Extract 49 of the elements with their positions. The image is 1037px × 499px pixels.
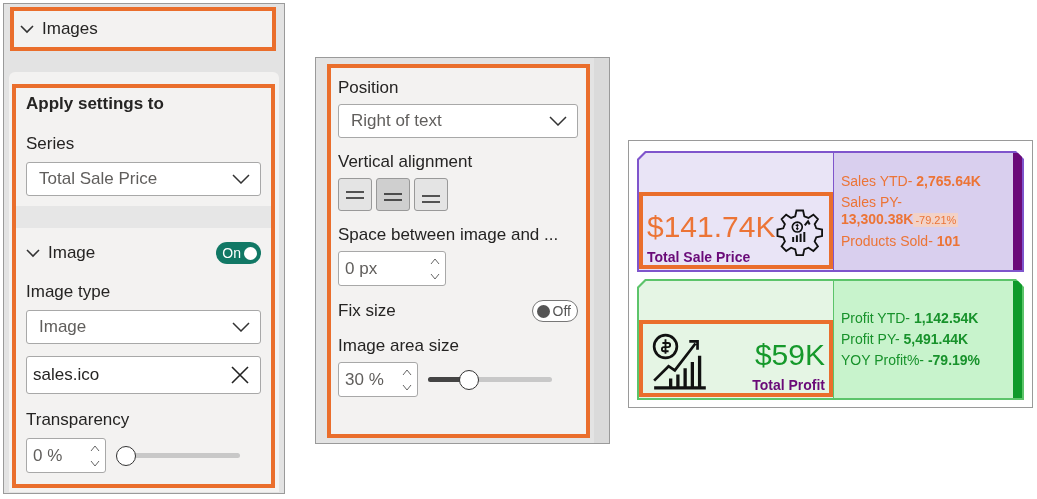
- stat-line: Products Sold- 101: [841, 233, 962, 250]
- align-lines-icon: [422, 194, 440, 203]
- section-header[interactable]: Images: [10, 7, 276, 51]
- field-label: Image type: [26, 282, 112, 302]
- stat-line: Profit PY- 5,491.44K: [841, 331, 970, 348]
- group-heading: Apply settings to: [26, 94, 165, 114]
- field-label: Fix size: [338, 301, 396, 321]
- field-label: Position: [338, 78, 400, 98]
- field-label: Image area size: [338, 336, 460, 356]
- field-label: Transparency: [26, 410, 131, 430]
- slider[interactable]: [116, 445, 240, 466]
- position-dropdown[interactable]: Right of text: [338, 104, 578, 138]
- caret-icon: [232, 174, 250, 184]
- slider-thumb[interactable]: [459, 369, 480, 390]
- close-icon[interactable]: [230, 365, 250, 385]
- toggle-switch[interactable]: On: [216, 242, 261, 264]
- scrollbar[interactable]: [594, 58, 609, 443]
- stat-line: YOY Profit%- -79.19%: [841, 352, 982, 369]
- caret-icon: [549, 116, 567, 126]
- subsection-title: Image: [48, 243, 96, 263]
- stat-line: Sales YTD- 2,765.64K: [841, 173, 982, 190]
- align-lines-icon: [346, 190, 364, 199]
- kpi-label: Total Sale Price: [647, 249, 752, 265]
- kpi-value: $59K: [754, 336, 825, 373]
- alignment-button[interactable]: [338, 178, 372, 211]
- slider-thumb[interactable]: [116, 445, 136, 466]
- field-label: Space between image and ...: [338, 225, 560, 245]
- field-label: Vertical alignment: [338, 152, 474, 172]
- toggle-switch[interactable]: Off: [531, 300, 578, 322]
- number-field[interactable]: 30 %: [338, 362, 418, 397]
- stat-line: Sales PY- 13,300.38K-79.21%: [841, 194, 960, 229]
- series-dropdown[interactable]: Total Sale Price: [26, 162, 261, 196]
- section-title: Images: [42, 19, 98, 39]
- kpi-label: Total Profit: [752, 377, 825, 393]
- number-field[interactable]: 0 px: [338, 251, 446, 286]
- subsection-header[interactable]: Image: [26, 243, 96, 263]
- slider[interactable]: [428, 369, 552, 390]
- chevron-icon: [20, 24, 34, 34]
- file-field[interactable]: sales.ico: [26, 356, 261, 394]
- align-lines-icon: [384, 192, 402, 201]
- field-label: Series: [26, 134, 76, 154]
- image-type-dropdown[interactable]: Image: [26, 310, 261, 344]
- stat-line: Profit YTD- 1,142.54K: [841, 310, 980, 327]
- caret-icon: [232, 322, 250, 332]
- alignment-button[interactable]: [376, 178, 410, 211]
- alignment-button[interactable]: [414, 178, 448, 211]
- number-field[interactable]: 0 %: [26, 438, 106, 473]
- chevron-icon: [26, 248, 40, 258]
- kpi-value: $141.74K: [647, 208, 776, 245]
